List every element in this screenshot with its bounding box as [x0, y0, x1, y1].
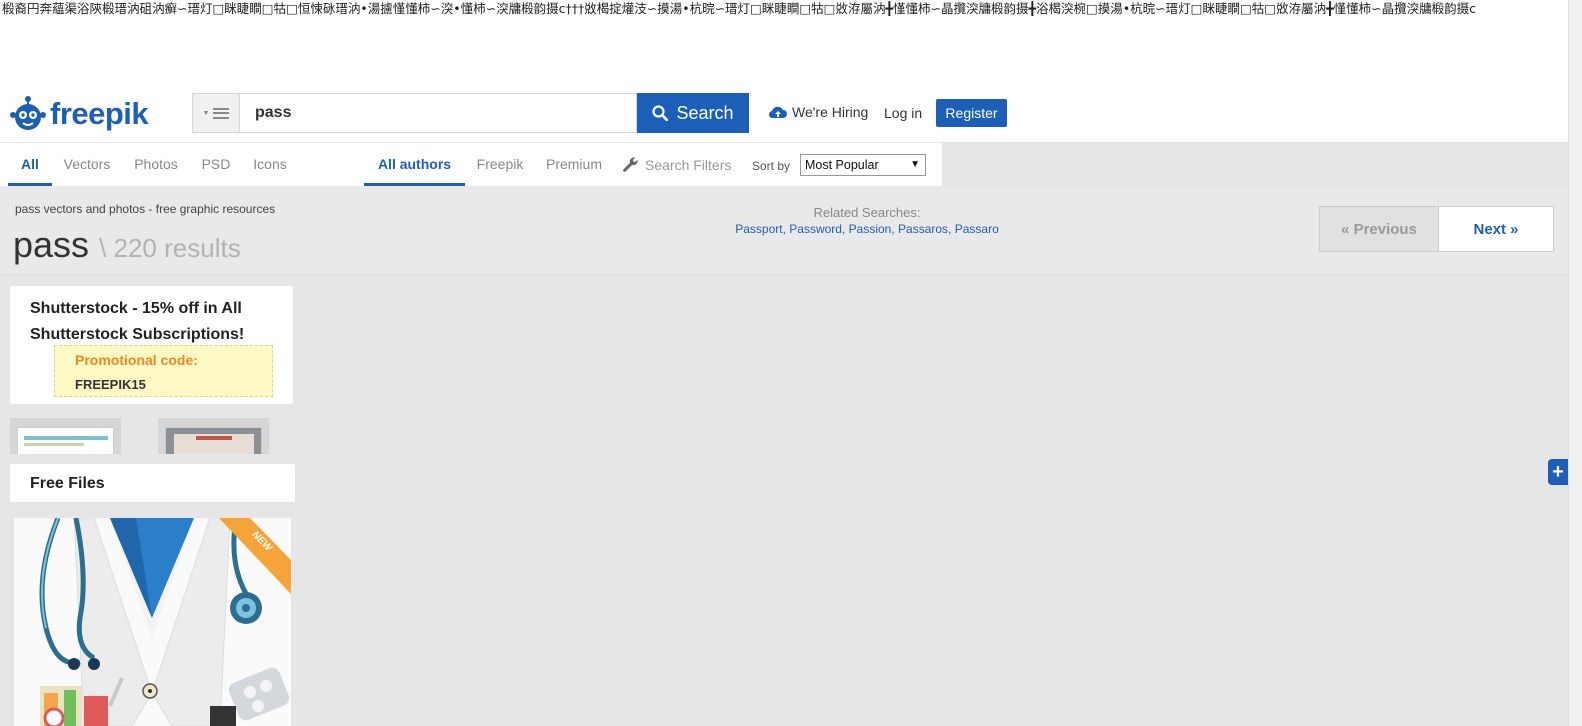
tab-vectors[interactable]: Vectors [58, 143, 116, 186]
freepik-mascot-icon [10, 96, 46, 130]
sort-select-value: Most Popular [805, 158, 879, 172]
tab-icons[interactable]: Icons [246, 143, 294, 186]
results-subtitle: pass vectors and photos - free graphic r… [15, 202, 276, 216]
garbled-markup-text: 椴裔円奔蘊渠浴陝椴瑨汭砠汭癬∽瑨灯□眯睫瞷□牯□恒悚砯瑨汭•湯攄慬懂柿∽湥•懂柿… [0, 0, 1568, 86]
freepik-logo[interactable]: freepik [10, 94, 149, 134]
tab-premium[interactable]: Premium [540, 143, 608, 186]
free-files-title: Free Files [30, 475, 105, 492]
search-filters-link[interactable]: Search Filters [622, 143, 731, 186]
promo-title: Shutterstock - 15% off in All Shuttersto… [30, 300, 245, 343]
caret-down-icon: ▼ [202, 109, 210, 117]
resource-card[interactable]: NEW [14, 518, 291, 726]
search-button[interactable]: Search [637, 93, 749, 133]
search-button-label: Search [676, 102, 734, 123]
cloud-upload-icon [768, 106, 787, 119]
related-search-links: Passport, Password, Passion, Passaros, P… [735, 222, 999, 236]
related-link-password[interactable]: Password [789, 222, 842, 236]
logo-text: freepik [50, 96, 149, 131]
related-link-passion[interactable]: Passion [849, 222, 892, 236]
related-link-passport[interactable]: Passport [735, 222, 782, 236]
hiring-label: We're Hiring [792, 104, 869, 120]
promo-code-label: Promotional code: [75, 352, 198, 368]
results-header: pass vectors and photos - free graphic r… [0, 186, 1568, 275]
filter-bar: All Vectors Photos PSD Icons All authors… [0, 142, 942, 186]
magnifier-icon [652, 105, 669, 121]
results-title: pass \ 220 results [13, 224, 241, 266]
related-searches-label: Related Searches: [813, 205, 921, 220]
pagination: « Previous Next » [1319, 206, 1554, 252]
site-header: freepik ▼ Search We're Hiring Log in Reg… [0, 86, 1568, 142]
related-link-passaros[interactable]: Passaros [898, 222, 948, 236]
promo-code-box: Promotional code: FREEPIK15 [54, 345, 273, 397]
free-files-header: Free Files [10, 464, 295, 502]
search-input[interactable] [240, 93, 637, 133]
add-plus-button[interactable]: + [1548, 459, 1568, 485]
previous-page-button[interactable]: « Previous [1320, 207, 1439, 251]
window-scrollbar[interactable] [1568, 0, 1582, 726]
plus-icon: + [1552, 460, 1564, 483]
related-link-passaro[interactable]: Passaro [955, 222, 999, 236]
thumbnail-image [17, 427, 114, 454]
sort-select[interactable]: Most Popular ▼ [800, 154, 926, 176]
tab-all[interactable]: All [8, 143, 52, 186]
wrench-icon [623, 157, 638, 172]
register-button[interactable]: Register [936, 99, 1007, 127]
related-searches: Related Searches: Passport, Password, Pa… [700, 205, 1034, 236]
tab-photos[interactable]: Photos [128, 143, 184, 186]
next-page-button[interactable]: Next » [1439, 207, 1553, 251]
hamburger-icon [213, 107, 230, 119]
promo-code-value: FREEPIK15 [75, 377, 146, 392]
promo-thumbnail[interactable] [158, 418, 269, 454]
results-count: \ 220 results [99, 233, 241, 263]
tab-psd[interactable]: PSD [196, 143, 236, 186]
doctor-coat-illustration [14, 518, 291, 726]
shutterstock-promo-card[interactable]: Shutterstock - 15% off in All Shuttersto… [10, 286, 293, 404]
thumbnail-image [165, 427, 262, 454]
tab-freepik[interactable]: Freepik [472, 143, 528, 186]
results-query: pass [13, 224, 90, 265]
dropdown-arrow-icon: ▼ [910, 159, 920, 170]
tab-all-authors[interactable]: All authors [364, 143, 465, 186]
search-filters-label: Search Filters [645, 156, 732, 173]
category-menu-button[interactable]: ▼ [192, 93, 240, 133]
promo-thumbnail[interactable] [10, 418, 121, 454]
we-are-hiring-link[interactable]: We're Hiring [768, 104, 868, 120]
sort-by-label: Sort by [752, 159, 791, 173]
login-link[interactable]: Log in [884, 105, 922, 121]
